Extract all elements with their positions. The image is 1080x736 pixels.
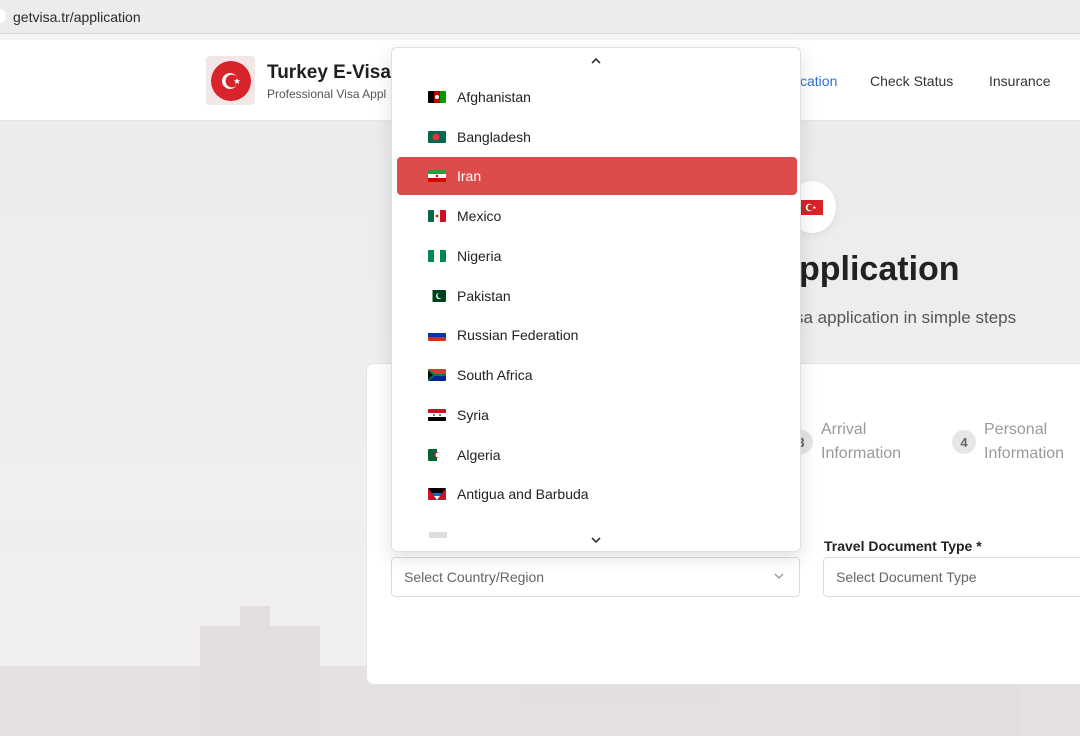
option-syria[interactable]: Syria — [397, 396, 797, 434]
option-bangladesh[interactable]: Bangladesh — [397, 118, 797, 156]
country-region-select[interactable]: Select Country/Region — [391, 557, 800, 597]
option-label: Iran — [457, 168, 482, 184]
pakistan-flag-icon — [428, 290, 446, 302]
option-algeria[interactable]: Algeria — [397, 436, 797, 474]
step-3-label-line1: Arrival — [821, 421, 867, 438]
step-3-label-line2: Information — [821, 445, 902, 462]
option-afghanistan[interactable]: Afghanistan — [397, 78, 797, 116]
option-label: Pakistan — [457, 288, 511, 304]
option-label: Antigua and Barbuda — [457, 486, 589, 502]
country-region-placeholder: Select Country/Region — [404, 569, 545, 585]
russia-flag-icon — [428, 329, 446, 341]
syria-flag-icon — [428, 409, 446, 421]
step-4-label-line2: Information — [984, 445, 1065, 462]
option-label: Algeria — [457, 447, 501, 463]
step-4-label-line1: Personal — [984, 421, 1048, 438]
chevron-down-icon — [774, 573, 784, 579]
page-subtitle: sa application in simple steps — [795, 308, 1017, 327]
afghanistan-flag-icon — [428, 91, 446, 103]
option-label: Afghanistan — [457, 89, 531, 105]
step-4-number: 4 — [952, 430, 976, 454]
scroll-down-button[interactable] — [392, 529, 800, 551]
turkey-flag-logo-icon[interactable] — [206, 56, 255, 105]
nav-check-status[interactable]: Check Status — [870, 73, 953, 89]
nav-application[interactable]: cation — [800, 73, 837, 89]
option-label: South Africa — [457, 367, 533, 383]
chevron-up-icon — [591, 57, 601, 64]
page-title: pplication — [799, 250, 960, 288]
option-label: Bangladesh — [457, 129, 531, 145]
country-dropdown-list[interactable]: Afghanistan Bangladesh Iran Mexico Niger… — [391, 47, 801, 552]
url-text[interactable]: getvisa.tr/application — [13, 9, 141, 25]
browser-address-bar[interactable]: getvisa.tr/application — [0, 0, 1080, 34]
brand-title[interactable]: Turkey E-Visa — [267, 62, 391, 84]
chevron-down-icon — [591, 537, 601, 544]
option-label: Mexico — [457, 208, 502, 224]
document-type-placeholder: Select Document Type — [836, 569, 977, 585]
algeria-flag-icon — [428, 449, 446, 461]
nigeria-flag-icon — [428, 250, 446, 262]
option-label: Syria — [457, 407, 489, 423]
mexico-flag-icon — [428, 210, 446, 222]
option-mexico[interactable]: Mexico — [397, 197, 797, 235]
nav-insurance[interactable]: Insurance — [989, 73, 1050, 89]
option-label: Russian Federation — [457, 327, 579, 343]
scroll-up-button[interactable] — [392, 50, 800, 72]
option-russian-federation[interactable]: Russian Federation — [397, 316, 797, 354]
option-nigeria[interactable]: Nigeria — [397, 237, 797, 275]
south-africa-flag-icon — [428, 369, 446, 381]
step-3-label: Arrival Information — [821, 418, 901, 466]
bangladesh-flag-icon — [428, 131, 446, 143]
option-pakistan[interactable]: Pakistan — [397, 277, 797, 315]
travel-document-type-label: Travel Document Type * — [824, 538, 982, 554]
site-info-icon[interactable] — [0, 9, 6, 23]
step-4-label: Personal Information — [984, 418, 1064, 466]
option-iran[interactable]: Iran — [397, 157, 797, 195]
option-label: Nigeria — [457, 248, 502, 264]
document-type-select[interactable]: Select Document Type — [823, 557, 1080, 597]
option-antigua-and-barbuda[interactable]: Antigua and Barbuda — [397, 475, 797, 513]
option-south-africa[interactable]: South Africa — [397, 356, 797, 394]
brand-subtitle: Professional Visa Appl — [267, 87, 387, 101]
antigua-flag-icon — [428, 488, 446, 500]
iran-flag-icon — [428, 170, 446, 182]
